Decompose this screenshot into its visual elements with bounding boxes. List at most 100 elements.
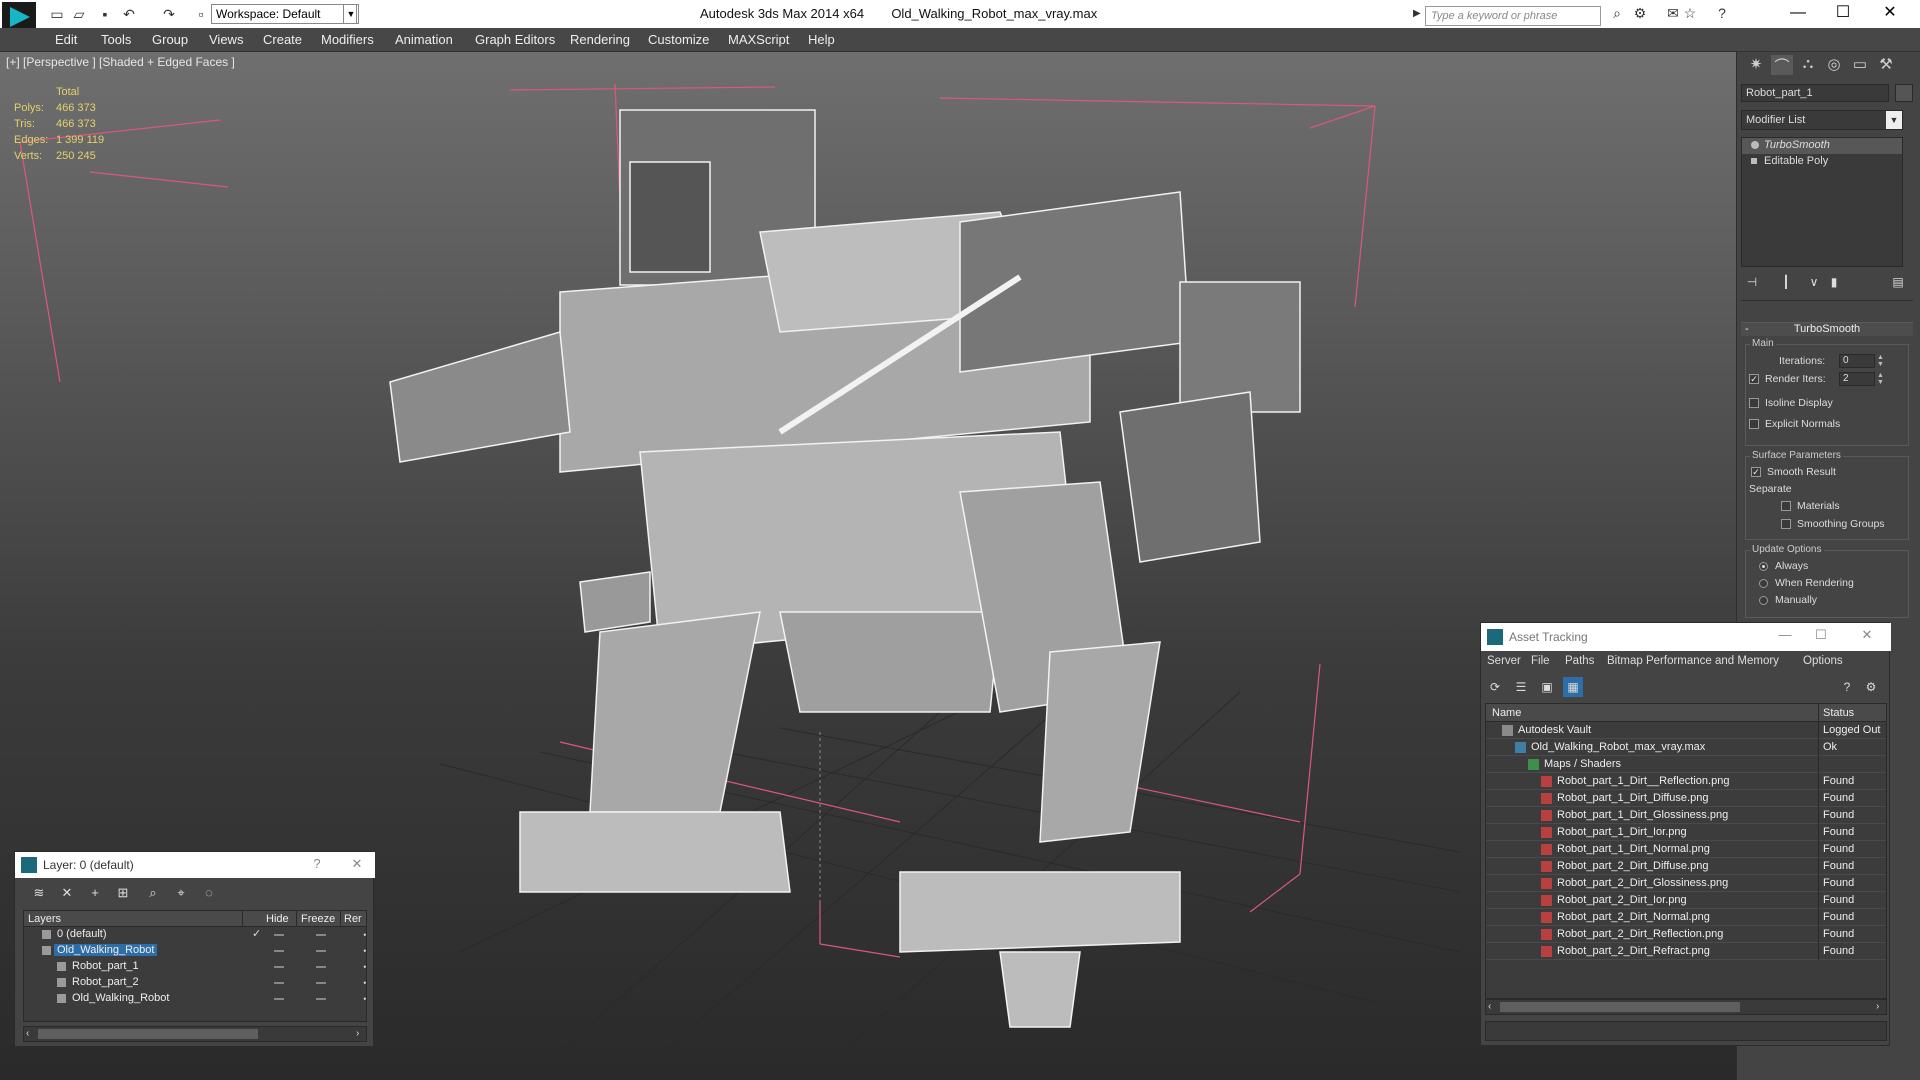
- menu-paths[interactable]: Paths: [1565, 655, 1594, 667]
- close-icon[interactable]: ✕: [1870, 2, 1910, 26]
- table-row[interactable]: Robot_part_2_Dirt_Normal.png Found: [1486, 909, 1886, 926]
- menu-tools[interactable]: Tools: [101, 32, 131, 47]
- scrollbar-thumb[interactable]: [38, 1029, 258, 1039]
- help-icon[interactable]: ?: [1712, 5, 1732, 23]
- subscription-icon[interactable]: ⚙: [1630, 5, 1650, 23]
- hide-all-icon[interactable]: ◌: [199, 883, 219, 903]
- table-row[interactable]: Maps / Shaders: [1486, 756, 1886, 773]
- active-layer-check-icon[interactable]: ✓: [252, 927, 261, 940]
- make-unique-icon[interactable]: ∨: [1805, 275, 1823, 293]
- maximize-icon[interactable]: ☐: [1823, 2, 1863, 26]
- hide-toggle[interactable]: [274, 966, 284, 968]
- layer-settings-icon[interactable]: ≋: [29, 883, 49, 903]
- layer-title-bar[interactable]: Layer: 0 (default) ? ✕: [15, 852, 375, 878]
- spinner-arrows-icon[interactable]: ▲ ▼: [1877, 372, 1885, 386]
- project-folder-icon[interactable]: ▫: [192, 5, 210, 23]
- table-row[interactable]: Robot_part_2_Dirt_Glossiness.png Found: [1486, 875, 1886, 892]
- layer-row[interactable]: Robot_part_2 ✓: [24, 975, 366, 991]
- table-row[interactable]: Robot_part_1_Dirt__Reflection.png Found: [1486, 773, 1886, 790]
- asset-tracking-title-bar[interactable]: Asset Tracking — ☐ ✕: [1481, 623, 1891, 651]
- scroll-right-icon[interactable]: ›: [1876, 1001, 1879, 1012]
- help-icon[interactable]: ?: [1837, 677, 1857, 697]
- spinner-arrows-icon[interactable]: ▲ ▼: [1877, 354, 1885, 368]
- freeze-toggle[interactable]: [316, 982, 326, 984]
- menu-graph-editors[interactable]: Graph Editors: [475, 32, 555, 47]
- render-iters-spinner[interactable]: 2: [1839, 372, 1875, 386]
- stack-item-editable-poly[interactable]: Editable Poly: [1742, 154, 1902, 170]
- hide-toggle[interactable]: [274, 998, 284, 1000]
- menu-options[interactable]: Options: [1803, 655, 1843, 667]
- menu-bitmap-performance[interactable]: Bitmap Performance and Memory: [1607, 655, 1779, 667]
- freeze-toggle[interactable]: [316, 934, 326, 936]
- layer-row[interactable]: Robot_part_1 ✓: [24, 959, 366, 975]
- modifier-list-dropdown[interactable]: Modifier List ▼: [1741, 110, 1903, 130]
- menu-edit[interactable]: Edit: [55, 32, 77, 47]
- new-file-icon[interactable]: ▭: [48, 5, 66, 23]
- hide-toggle[interactable]: [274, 982, 284, 984]
- menu-views[interactable]: Views: [209, 32, 243, 47]
- smoothing-groups-checkbox[interactable]: [1781, 519, 1791, 529]
- list-view-icon[interactable]: ☰: [1511, 677, 1531, 697]
- menu-customize[interactable]: Customize: [648, 32, 709, 47]
- menu-create[interactable]: Create: [263, 32, 302, 47]
- render-toggle-icon[interactable]: ✓: [362, 943, 366, 956]
- table-row[interactable]: Robot_part_2_Dirt_Ior.png Found: [1486, 892, 1886, 909]
- pin-stack-icon[interactable]: ⊣: [1743, 275, 1761, 293]
- redo-icon[interactable]: ↷: [160, 5, 178, 23]
- highlight-layer-icon[interactable]: ⌖: [171, 883, 191, 903]
- minimize-icon[interactable]: —: [1771, 627, 1799, 647]
- render-toggle-icon[interactable]: ✓: [362, 975, 366, 988]
- column-header-hide[interactable]: Hide: [266, 913, 289, 925]
- asset-status-field[interactable]: [1485, 1021, 1887, 1041]
- utilities-tab-icon[interactable]: ⚒: [1875, 55, 1897, 75]
- freeze-toggle[interactable]: [316, 966, 326, 968]
- delete-layer-icon[interactable]: ✕: [57, 883, 77, 903]
- render-toggle-icon[interactable]: ✓: [362, 991, 366, 1004]
- hide-toggle[interactable]: [274, 950, 284, 952]
- search-input[interactable]: Type a keyword or phrase: [1425, 6, 1601, 26]
- layer-row[interactable]: 0 (default) ✓ ✓: [24, 927, 366, 943]
- menu-rendering[interactable]: Rendering: [570, 32, 630, 47]
- menu-animation[interactable]: Animation: [395, 32, 453, 47]
- object-color-swatch[interactable]: [1895, 84, 1913, 102]
- favorites-icon[interactable]: ☆: [1680, 5, 1700, 23]
- scroll-right-icon[interactable]: ›: [356, 1028, 359, 1039]
- render-toggle-icon[interactable]: ✓: [362, 927, 366, 940]
- select-objects-icon[interactable]: ⌕: [143, 883, 163, 903]
- table-row[interactable]: Robot_part_1_Dirt_Ior.png Found: [1486, 824, 1886, 841]
- expand-icon[interactable]: [1751, 158, 1757, 164]
- table-row[interactable]: Robot_part_2_Dirt_Refract.png Found: [1486, 943, 1886, 960]
- column-header-render[interactable]: Rer: [344, 913, 362, 925]
- menu-maxscript[interactable]: MAXScript: [728, 32, 789, 47]
- configure-sets-icon[interactable]: ▤: [1889, 275, 1907, 293]
- table-row[interactable]: Robot_part_2_Dirt_Reflection.png Found: [1486, 926, 1886, 943]
- scroll-left-icon[interactable]: ‹: [1488, 1001, 1491, 1012]
- workspace-dropdown-arrow-icon[interactable]: ▼: [343, 4, 359, 24]
- close-icon[interactable]: ✕: [1853, 627, 1881, 647]
- always-radio[interactable]: [1759, 562, 1768, 571]
- scrollbar-thumb[interactable]: [1500, 1002, 1740, 1012]
- display-tab-icon[interactable]: ▭: [1849, 55, 1871, 75]
- remove-modifier-icon[interactable]: ▮: [1825, 275, 1843, 293]
- render-toggle-icon[interactable]: ✓: [362, 959, 366, 972]
- show-end-result-icon[interactable]: ┃: [1777, 275, 1795, 293]
- settings-icon[interactable]: ⚙: [1861, 677, 1881, 697]
- materials-checkbox[interactable]: [1781, 501, 1791, 511]
- search-expand-icon[interactable]: ▶: [1413, 8, 1421, 19]
- menu-help[interactable]: Help: [808, 32, 835, 47]
- save-file-icon[interactable]: ▪: [96, 5, 114, 23]
- menu-modifiers[interactable]: Modifiers: [321, 32, 374, 47]
- manually-radio[interactable]: [1759, 596, 1768, 605]
- lightbulb-icon[interactable]: [1751, 141, 1759, 149]
- object-name-field[interactable]: Robot_part_1: [1741, 84, 1889, 102]
- stack-item-turbosmooth[interactable]: TurboSmooth: [1742, 138, 1902, 154]
- layer-row[interactable]: Old_Walking_Robot ✓: [24, 991, 366, 1007]
- maximize-icon[interactable]: ☐: [1807, 627, 1835, 647]
- explicit-normals-checkbox[interactable]: [1749, 419, 1759, 429]
- table-row[interactable]: Robot_part_2_Dirt_Diffuse.png Found: [1486, 858, 1886, 875]
- table-row[interactable]: Old_Walking_Robot_max_vray.max Ok: [1486, 739, 1886, 756]
- table-row[interactable]: Autodesk Vault Logged Out: [1486, 722, 1886, 739]
- column-header-layers[interactable]: Layers: [28, 913, 61, 925]
- modify-tab-icon[interactable]: ⌒: [1771, 55, 1793, 75]
- undo-icon[interactable]: ↶: [120, 5, 138, 23]
